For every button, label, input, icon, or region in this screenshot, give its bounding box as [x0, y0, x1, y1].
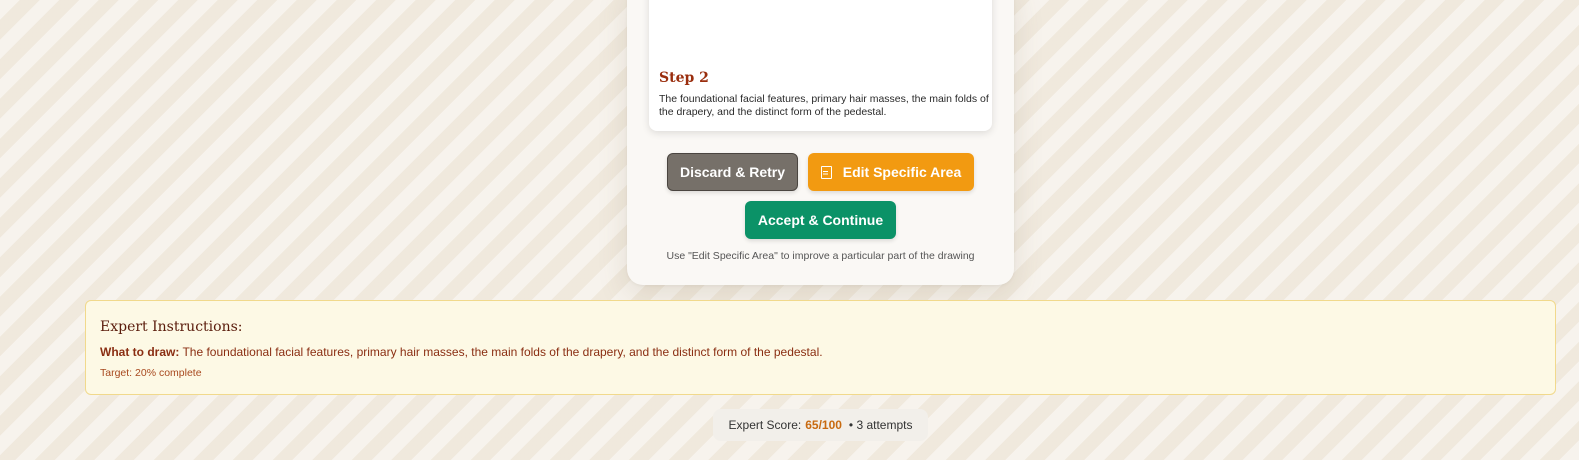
expert-score-badge: Expert Score: 65/100 • 3 attempts — [713, 409, 928, 441]
step-title: Step 2 — [659, 70, 709, 86]
what-to-draw-line: What to draw: The foundational facial fe… — [100, 345, 823, 359]
expert-instructions-box: Expert Instructions: What to draw: The f… — [85, 300, 1556, 395]
discard-retry-button[interactable]: Discard & Retry — [667, 153, 798, 191]
step-description: The foundational facial features, primar… — [659, 93, 989, 118]
edit-hint-text: Use "Edit Specific Area" to improve a pa… — [666, 250, 975, 262]
document-edit-icon — [820, 165, 832, 179]
drawing-review-panel: Step 2 The foundational facial features,… — [627, 0, 1014, 285]
edit-specific-area-label: Edit Specific Area — [842, 164, 962, 180]
what-to-draw-label: What to draw: — [100, 345, 180, 359]
accept-continue-label: Accept & Continue — [757, 212, 884, 228]
score-value: 65/100 — [805, 418, 842, 432]
target-progress-text: Target: 20% complete — [100, 367, 202, 379]
accept-continue-button[interactable]: Accept & Continue — [745, 201, 896, 239]
step-card: Step 2 The foundational facial features,… — [649, 0, 992, 131]
what-to-draw-text: The foundational facial features, primar… — [182, 345, 823, 359]
discard-retry-label: Discard & Retry — [679, 164, 786, 180]
instructions-title: Expert Instructions: — [100, 319, 243, 335]
score-label: Expert Score: — [728, 418, 802, 432]
edit-specific-area-button[interactable]: Edit Specific Area — [808, 153, 974, 191]
attempts-count: • 3 attempts — [848, 418, 913, 432]
